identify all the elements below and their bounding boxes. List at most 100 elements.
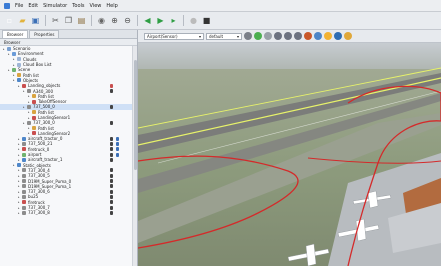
scale-icon[interactable]	[294, 32, 302, 40]
visibility-flag-icon[interactable]	[116, 152, 119, 157]
tree-node-icon	[32, 126, 36, 131]
3d-viewport[interactable]: Airport(Sensor) ▾ default ▾	[138, 30, 441, 266]
expand-toggle-icon[interactable]: ▸	[18, 142, 21, 146]
visibility-flag-icon[interactable]	[110, 173, 113, 178]
save-icon[interactable]: ▣	[30, 15, 41, 26]
copy-icon[interactable]: ❐	[63, 15, 74, 26]
toolbar-separator	[45, 15, 46, 26]
visibility-flag-icon[interactable]	[110, 104, 113, 109]
new-file-icon[interactable]: ▫	[4, 15, 15, 26]
expand-toggle-icon[interactable]: ▸	[18, 179, 21, 183]
move-icon[interactable]	[274, 32, 282, 40]
visibility-flag-icon[interactable]	[110, 89, 113, 94]
mode-select[interactable]: default ▾	[206, 32, 242, 40]
expand-toggle-icon[interactable]: ▸	[18, 168, 21, 172]
expand-toggle-icon[interactable]: ▸	[13, 73, 16, 77]
expand-toggle-icon[interactable]: ▸	[23, 105, 26, 109]
expand-toggle-icon[interactable]: ▸	[28, 100, 31, 104]
step-icon[interactable]: ▸	[168, 15, 179, 26]
stop-icon[interactable]: ■	[201, 15, 212, 26]
expand-toggle-icon[interactable]: ▸	[18, 190, 21, 194]
visibility-flag-icon[interactable]	[116, 136, 119, 141]
tree-scrollbar[interactable]	[132, 46, 137, 266]
menu-file[interactable]: File	[15, 3, 23, 9]
visibility-flag-icon[interactable]	[110, 147, 113, 152]
visibility-flag-icon[interactable]	[110, 157, 113, 162]
visibility-flag-icon[interactable]	[110, 200, 113, 205]
settings-icon[interactable]: ◉	[96, 15, 107, 26]
tree-header: Browser	[0, 39, 137, 46]
paste-icon[interactable]: ▤	[76, 15, 87, 26]
globe-icon[interactable]	[254, 32, 262, 40]
expand-toggle-icon[interactable]: ▸	[18, 84, 21, 88]
visibility-flag-icon[interactable]	[110, 184, 113, 189]
visibility-flag-icon[interactable]	[110, 179, 113, 184]
object-select[interactable]: Airport(Sensor) ▾	[144, 32, 204, 40]
rewind-icon[interactable]: ◀	[142, 15, 153, 26]
zoom-in-icon[interactable]: ⊕	[109, 15, 120, 26]
play-icon[interactable]: ▶	[155, 15, 166, 26]
visibility-flag-icon[interactable]	[110, 189, 113, 194]
expand-toggle-icon[interactable]: ▸	[8, 52, 11, 56]
expand-toggle-icon[interactable]: ▸	[28, 126, 31, 130]
tab-browser[interactable]: Browser	[2, 30, 29, 38]
expand-toggle-icon[interactable]: ▸	[8, 68, 11, 72]
menu-view[interactable]: View	[90, 3, 102, 9]
visibility-flag-icon[interactable]	[110, 168, 113, 173]
visibility-flag-icon[interactable]	[116, 147, 119, 152]
target-icon[interactable]	[264, 32, 272, 40]
cut-icon[interactable]: ✂	[50, 15, 61, 26]
light-icon[interactable]	[344, 32, 352, 40]
tree-item-flags	[110, 136, 119, 141]
visibility-flag-icon[interactable]	[110, 194, 113, 199]
visibility-flag-icon[interactable]	[110, 152, 113, 157]
airport-scene[interactable]	[138, 43, 441, 266]
expand-toggle-icon[interactable]: ▸	[18, 206, 21, 210]
visibility-flag-icon[interactable]	[110, 210, 113, 215]
expand-toggle-icon[interactable]: ▸	[18, 137, 21, 141]
expand-toggle-icon[interactable]: ▸	[18, 153, 21, 157]
scrollbar-thumb[interactable]	[134, 60, 137, 170]
tree-item[interactable]: ▸ 737_300_8	[0, 210, 137, 215]
visibility-flag-icon[interactable]	[110, 205, 113, 210]
menu-simulator[interactable]: Simulator	[43, 3, 67, 9]
expand-toggle-icon[interactable]: ▸	[13, 63, 16, 67]
camera-icon[interactable]	[244, 32, 252, 40]
visibility-flag-icon[interactable]	[110, 120, 113, 125]
expand-toggle-icon[interactable]: ▸	[23, 121, 26, 125]
visibility-flag-icon[interactable]	[110, 136, 113, 141]
lamp-icon[interactable]	[334, 32, 342, 40]
expand-toggle-icon[interactable]: ▸	[18, 184, 21, 188]
expand-toggle-icon[interactable]: ▸	[28, 94, 31, 98]
open-folder-icon[interactable]: ▰	[17, 15, 28, 26]
expand-toggle-icon[interactable]: ▸	[18, 174, 21, 178]
tree-node-icon	[27, 120, 31, 125]
zoom-out-icon[interactable]: ⊖	[122, 15, 133, 26]
tab-properties[interactable]: Properties	[29, 30, 60, 38]
expand-toggle-icon[interactable]: ▸	[3, 47, 6, 51]
expand-toggle-icon[interactable]: ▸	[13, 57, 16, 61]
sun-icon[interactable]	[324, 32, 332, 40]
tower-icon[interactable]	[314, 32, 322, 40]
record-icon[interactable]: ●	[188, 15, 199, 26]
expand-toggle-icon[interactable]: ▸	[18, 200, 21, 204]
app-logo-icon	[4, 2, 10, 9]
expand-toggle-icon[interactable]: ▸	[18, 211, 21, 215]
expand-toggle-icon[interactable]: ▸	[18, 195, 21, 199]
rotate-icon[interactable]	[284, 32, 292, 40]
visibility-flag-icon[interactable]	[110, 83, 113, 88]
expand-toggle-icon[interactable]: ▸	[13, 78, 16, 82]
menu-tools[interactable]: Tools	[72, 3, 84, 9]
menu-edit[interactable]: Edit	[28, 3, 38, 9]
expand-toggle-icon[interactable]: ▸	[18, 158, 21, 162]
wing-icon[interactable]	[304, 32, 312, 40]
expand-toggle-icon[interactable]: ▸	[18, 147, 21, 151]
visibility-flag-icon[interactable]	[116, 141, 119, 146]
expand-toggle-icon[interactable]: ▸	[28, 110, 31, 114]
expand-toggle-icon[interactable]: ▸	[23, 89, 26, 93]
expand-toggle-icon[interactable]: ▸	[28, 116, 31, 120]
visibility-flag-icon[interactable]	[110, 141, 113, 146]
expand-toggle-icon[interactable]: ▸	[28, 131, 31, 135]
menu-help[interactable]: Help	[106, 3, 117, 9]
expand-toggle-icon[interactable]: ▸	[13, 163, 16, 167]
